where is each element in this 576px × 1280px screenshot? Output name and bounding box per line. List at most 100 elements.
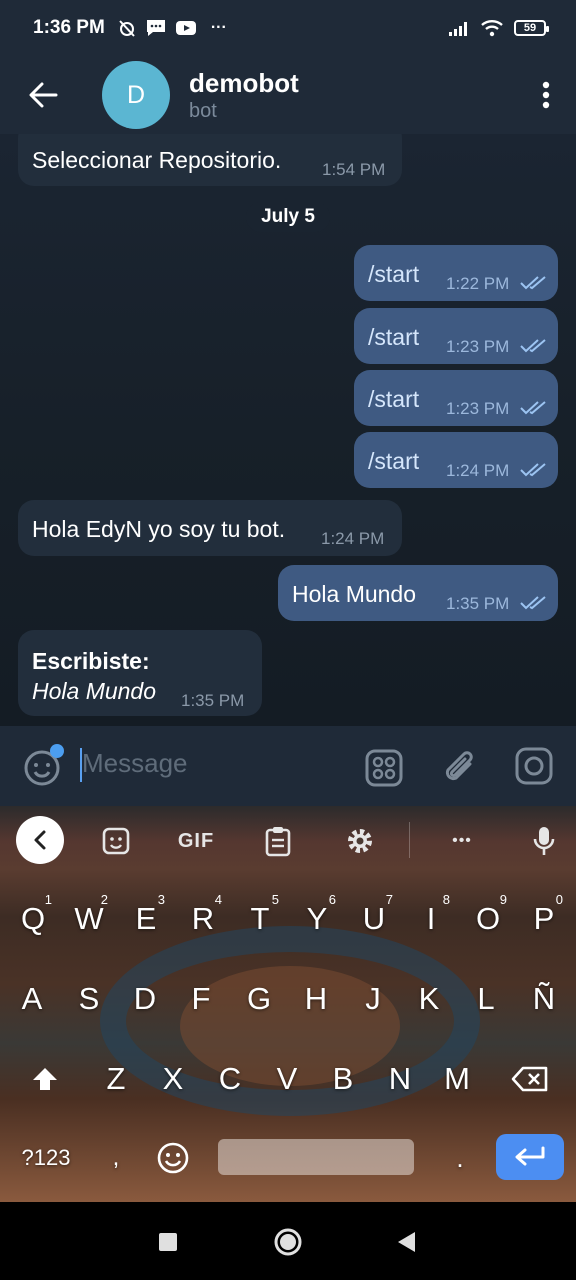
key-f[interactable]: F [178, 974, 224, 1024]
gif-label: GIF [177, 829, 215, 852]
message-time: 1:24 PM [321, 529, 385, 548]
message-input[interactable]: Message [82, 748, 188, 779]
chat-info[interactable]: demobot bot [189, 67, 299, 123]
menu-button[interactable] [516, 56, 576, 134]
key-h[interactable]: H [293, 974, 339, 1024]
chat-subtitle: bot [189, 100, 217, 122]
key-k[interactable]: K [406, 974, 452, 1024]
key-q[interactable]: Q1 [10, 892, 56, 944]
back-button[interactable] [0, 56, 86, 134]
key-hint: 3 [157, 892, 165, 907]
sticker-toolbar-button[interactable] [96, 816, 136, 866]
message-text: /start [368, 448, 420, 474]
key-i[interactable]: I8 [408, 892, 454, 944]
key-label: Z [106, 1061, 126, 1096]
key-hint: 6 [328, 892, 336, 907]
message-title: Escribiste: [32, 648, 150, 674]
keyboard-toolbar: GIF ••• [0, 806, 576, 876]
date-separator: July 5 [246, 202, 330, 232]
message-text: /start [368, 261, 420, 287]
camera-icon [515, 747, 553, 785]
read-checks-icon [520, 401, 546, 415]
key-label: S [78, 981, 100, 1016]
chat-area[interactable]: Seleccionar Repositorio. 1:54 PM July 5 … [0, 134, 576, 726]
key-b[interactable]: B [320, 1054, 366, 1104]
wifi-icon [480, 19, 504, 37]
enter-icon [515, 1146, 545, 1166]
message-time: 1:54 PM [322, 160, 386, 179]
key-s[interactable]: S [66, 974, 112, 1024]
key-r[interactable]: R4 [180, 892, 226, 944]
read-checks-icon [520, 339, 546, 353]
gif-button[interactable]: GIF [170, 816, 222, 866]
key-label: ?123 [21, 1145, 71, 1170]
collapse-toolbar-button[interactable] [16, 816, 64, 864]
home-button[interactable] [266, 1220, 310, 1264]
more-vertical-icon [542, 81, 550, 109]
key-y[interactable]: Y6 [294, 892, 340, 944]
message-text: Seleccionar Repositorio. [32, 147, 282, 173]
emoji-key[interactable] [150, 1136, 196, 1180]
key-p[interactable]: P0 [521, 892, 567, 944]
settings-button[interactable] [340, 816, 380, 866]
key-e[interactable]: E3 [123, 892, 169, 944]
key-v[interactable]: V [264, 1054, 310, 1104]
key-x[interactable]: X [150, 1054, 196, 1104]
key-c[interactable]: C [207, 1054, 253, 1104]
shift-key[interactable] [20, 1054, 70, 1104]
backspace-key[interactable] [505, 1054, 555, 1104]
key-label: F [191, 981, 211, 1016]
shift-icon [33, 1068, 57, 1090]
recents-button[interactable] [146, 1220, 190, 1264]
chevron-left-icon [34, 830, 46, 850]
key-o[interactable]: O9 [465, 892, 511, 944]
key-w[interactable]: W2 [66, 892, 112, 944]
back-nav-button[interactable] [384, 1220, 428, 1264]
key-hint: 9 [499, 892, 507, 907]
voice-input-button[interactable] [524, 816, 564, 866]
clipboard-button[interactable] [258, 816, 298, 866]
key-hint: 1 [44, 892, 52, 907]
comma-key[interactable]: , [96, 1136, 136, 1180]
sticker-icon [102, 827, 130, 855]
key-label: D [133, 981, 157, 1016]
more-notifications-icon: ··· [210, 19, 227, 36]
battery-icon: 59 [514, 20, 549, 36]
key-n-tilde[interactable]: Ñ [521, 974, 567, 1024]
key-label: I [426, 901, 436, 936]
avatar[interactable]: D [102, 61, 170, 129]
bot-commands-button[interactable] [364, 748, 404, 788]
key-label: W [74, 901, 104, 936]
key-d[interactable]: D [122, 974, 168, 1024]
paperclip-icon [445, 751, 473, 781]
key-u[interactable]: U7 [351, 892, 397, 944]
key-t[interactable]: T5 [237, 892, 283, 944]
circle-icon [274, 1228, 302, 1256]
attach-button[interactable] [440, 746, 480, 790]
more-options-button[interactable]: ••• [440, 816, 484, 866]
message-quote: Hola Mundo [32, 678, 157, 704]
message-time: 1:23 PM [446, 399, 510, 418]
message-text: Hola EdyN yo soy tu bot. [32, 516, 286, 542]
key-label: H [304, 981, 328, 1016]
chat-title: demobot [189, 68, 299, 98]
period-key[interactable]: . [440, 1136, 480, 1180]
key-j[interactable]: J [350, 974, 396, 1024]
key-label: J [365, 981, 381, 1016]
key-g[interactable]: G [236, 974, 282, 1024]
triangle-left-icon [398, 1232, 415, 1252]
message-time: 1:24 PM [446, 461, 510, 480]
key-hint: 7 [385, 892, 393, 907]
camera-button[interactable] [514, 746, 554, 786]
key-label: Ñ [532, 981, 556, 1016]
spacebar[interactable] [218, 1139, 414, 1175]
status-bar: 1:36 PM ··· 59 [0, 0, 576, 56]
key-l[interactable]: L [463, 974, 509, 1024]
key-z[interactable]: Z [93, 1054, 139, 1104]
sticker-button[interactable] [20, 742, 68, 790]
key-m[interactable]: M [434, 1054, 480, 1104]
enter-key[interactable] [496, 1134, 564, 1180]
key-n[interactable]: N [377, 1054, 423, 1104]
symbols-key[interactable]: ?123 [12, 1136, 80, 1180]
key-a[interactable]: A [9, 974, 55, 1024]
